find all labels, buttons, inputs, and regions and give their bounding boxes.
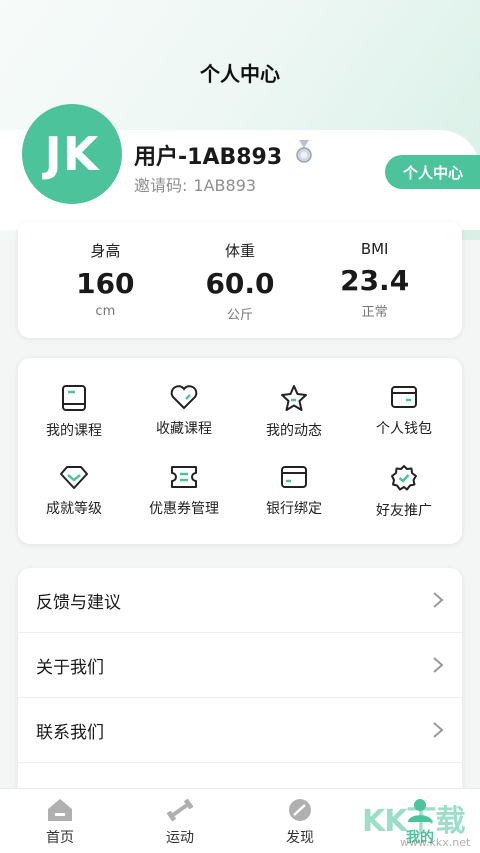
invite-code-value: 1AB893 [193, 176, 257, 195]
avatar[interactable]: JK [22, 104, 122, 204]
stat-unit: 正常 [361, 305, 388, 320]
list-label: 关于我们 [36, 657, 104, 678]
tab-label: 首页 [46, 830, 74, 846]
grid-label: 个人钱包 [376, 421, 432, 437]
chevron-right-icon [433, 592, 444, 608]
grid-label: 优惠券管理 [149, 501, 219, 517]
stat-value: 23.4 [340, 264, 410, 297]
diamond-icon [60, 466, 88, 489]
tab-home[interactable]: 首页 [0, 789, 120, 853]
home-icon [48, 799, 72, 821]
chevron-right-icon [433, 722, 444, 738]
badge-check-icon [391, 465, 417, 491]
coupon-icon [171, 466, 197, 488]
username: 用户-1AB893 [134, 145, 283, 170]
stat-height: 身高 160 cm [50, 222, 160, 338]
grid-item-referral[interactable]: 好友推广 [349, 464, 459, 520]
chevron-right-icon [433, 657, 444, 673]
list-label: 联系我们 [36, 722, 104, 743]
grid-label: 银行绑定 [266, 501, 322, 517]
grid-item-my-posts[interactable]: 我的动态 [239, 384, 349, 440]
invite-label: 邀请码: [134, 176, 188, 195]
discover-icon [289, 799, 311, 821]
stat-bmi: BMI 23.4 正常 [320, 222, 430, 338]
grid-label: 成就等级 [46, 501, 102, 517]
tab-sport[interactable]: 运动 [120, 789, 240, 853]
stat-label: 体重 [224, 242, 255, 260]
stat-value: 160 [76, 267, 135, 300]
stat-label: 身高 [90, 242, 121, 260]
watermark-url: www.kkx.net [400, 836, 471, 849]
grid-item-coupon-management[interactable]: 优惠券管理 [129, 464, 239, 518]
tab-label: 运动 [166, 830, 194, 846]
list-item-feedback[interactable]: 反馈与建议 [18, 568, 462, 633]
tab-label: 发现 [286, 830, 314, 846]
wallet-icon [391, 386, 417, 408]
stat-value: 60.0 [205, 267, 275, 300]
grid-item-favorite-courses[interactable]: 收藏课程 [129, 384, 239, 438]
watermark: KK下载 [362, 804, 465, 839]
body-stats-card: 身高 160 cm 体重 60.0 公斤 BMI 23.4 正常 [18, 222, 462, 338]
feature-grid: 我的课程 收藏课程 我的动态 个人钱包 成就等级 优惠券管理 银行绑定 好友推广 [18, 358, 462, 544]
stat-unit: 公斤 [226, 308, 253, 323]
grid-item-wallet[interactable]: 个人钱包 [349, 384, 459, 438]
grid-label: 好友推广 [376, 503, 432, 519]
heart-icon [170, 385, 198, 410]
star-icon [281, 385, 307, 411]
stat-weight: 体重 60.0 公斤 [185, 222, 295, 338]
grid-item-my-courses[interactable]: 我的课程 [19, 384, 129, 440]
grid-label: 收藏课程 [156, 421, 212, 437]
stat-label: BMI [360, 240, 389, 258]
grid-label: 我的动态 [266, 423, 322, 439]
settings-list: 反馈与建议 关于我们 联系我们 [18, 568, 462, 808]
grid-item-bank-binding[interactable]: 银行绑定 [239, 464, 349, 518]
list-item-about-us[interactable]: 关于我们 [18, 633, 462, 698]
list-label: 反馈与建议 [36, 592, 121, 613]
stat-unit: cm [95, 304, 116, 319]
grid-item-achievement-level[interactable]: 成就等级 [19, 464, 129, 518]
book-icon [62, 385, 86, 411]
page-title: 个人中心 [200, 62, 280, 86]
dumbbell-icon [166, 798, 194, 822]
card-icon [281, 466, 307, 488]
invite-code: 邀请码: 1AB893 [134, 172, 256, 196]
tab-discover[interactable]: 发现 [240, 789, 360, 853]
personal-center-button[interactable]: 个人中心 [385, 155, 480, 189]
grid-label: 我的课程 [46, 423, 102, 439]
medal-icon [296, 140, 312, 163]
list-item-contact-us[interactable]: 联系我们 [18, 698, 462, 763]
